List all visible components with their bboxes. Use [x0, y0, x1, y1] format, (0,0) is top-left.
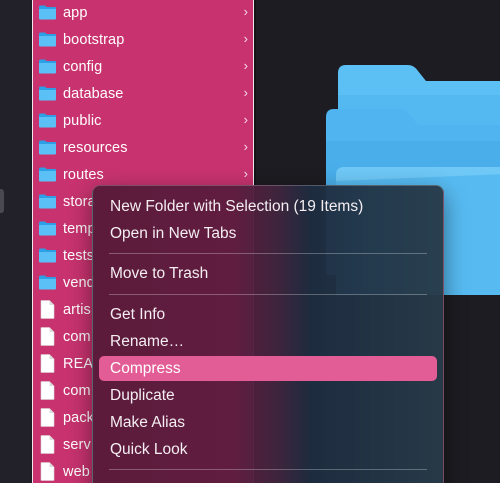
folder-glyph	[38, 59, 56, 74]
item-name: bootstrap	[63, 31, 125, 48]
folder-icon	[37, 246, 57, 266]
item-name: com	[63, 382, 91, 399]
document-glyph	[40, 327, 54, 346]
folder-icon	[37, 219, 57, 239]
chevron-right-icon: ›	[243, 58, 248, 73]
folder-icon	[37, 84, 57, 104]
folder-icon	[37, 3, 57, 23]
context-menu: New Folder with Selection (19 Items) Open…	[92, 185, 444, 483]
chevron-right-icon: ›	[243, 139, 248, 154]
item-name: artis	[63, 301, 91, 318]
item-name: app	[63, 4, 88, 21]
document-glyph	[40, 462, 54, 481]
menu-item-quick-look[interactable]: Quick Look	[99, 437, 437, 462]
menu-item-move-to-trash[interactable]: Move to Trash	[99, 261, 437, 286]
folder-glyph	[38, 140, 56, 155]
menu-item-rename[interactable]: Rename…	[99, 329, 437, 354]
folder-icon	[37, 111, 57, 131]
chevron-right-icon: ›	[243, 85, 248, 100]
chevron-right-icon: ›	[243, 112, 248, 127]
folder-icon	[37, 273, 57, 293]
document-glyph	[40, 408, 54, 427]
folder-glyph	[38, 113, 56, 128]
menu-item-duplicate[interactable]: Duplicate	[99, 383, 437, 408]
item-name: tests	[63, 247, 95, 264]
menu-separator	[109, 253, 427, 254]
document-icon	[37, 462, 57, 482]
item-name: web	[63, 463, 90, 480]
folder-glyph	[38, 248, 56, 263]
item-name: REA	[63, 355, 94, 372]
folder-row[interactable]: bootstrap ›	[33, 26, 253, 53]
chevron-right-icon: ›	[243, 166, 248, 181]
menu-item-make-alias[interactable]: Make Alias	[99, 410, 437, 435]
item-name: database	[63, 85, 124, 102]
folder-row[interactable]: resources ›	[33, 134, 253, 161]
folder-glyph	[38, 275, 56, 290]
folder-row[interactable]: database ›	[33, 80, 253, 107]
item-name: pack	[63, 409, 95, 426]
previous-column	[0, 0, 30, 483]
menu-item-new-folder-with-selection-19-items[interactable]: New Folder with Selection (19 Items)	[99, 194, 437, 219]
item-name: com	[63, 328, 91, 345]
folder-glyph	[38, 167, 56, 182]
menu-item-get-info[interactable]: Get Info	[99, 302, 437, 327]
folder-glyph	[38, 32, 56, 47]
document-icon	[37, 354, 57, 374]
folder-glyph	[38, 194, 56, 209]
folder-glyph	[38, 5, 56, 20]
document-glyph	[40, 381, 54, 400]
item-name: public	[63, 112, 102, 129]
folder-icon	[37, 57, 57, 77]
chevron-right-icon: ›	[243, 31, 248, 46]
document-icon	[37, 435, 57, 455]
folder-row[interactable]: routes ›	[33, 161, 253, 188]
folder-glyph	[38, 86, 56, 101]
item-name: vend	[63, 274, 95, 291]
chevron-right-icon: ›	[243, 4, 248, 19]
column-resize-handle[interactable]	[0, 189, 4, 213]
menu-separator	[109, 294, 427, 295]
document-glyph	[40, 300, 54, 319]
item-name: temp	[63, 220, 96, 237]
folder-icon	[37, 165, 57, 185]
menu-item-compress[interactable]: Compress	[99, 356, 437, 381]
item-name: serv	[63, 436, 91, 453]
document-glyph	[40, 354, 54, 373]
document-icon	[37, 300, 57, 320]
document-icon	[37, 381, 57, 401]
folder-glyph	[38, 221, 56, 236]
folder-icon	[37, 138, 57, 158]
item-name: stora	[63, 193, 96, 210]
folder-row[interactable]: config ›	[33, 53, 253, 80]
item-name: routes	[63, 166, 104, 183]
menu-item-open-in-new-tabs[interactable]: Open in New Tabs	[99, 221, 437, 246]
folder-icon	[37, 192, 57, 212]
document-icon	[37, 408, 57, 428]
item-name: resources	[63, 139, 128, 156]
folder-row[interactable]: app ›	[33, 0, 253, 26]
item-name: config	[63, 58, 103, 75]
menu-separator	[109, 469, 427, 470]
document-glyph	[40, 435, 54, 454]
finder-window: app › bootstrap › config › database › public › res…	[0, 0, 500, 483]
folder-row[interactable]: public ›	[33, 107, 253, 134]
folder-icon	[37, 30, 57, 50]
document-icon	[37, 327, 57, 347]
